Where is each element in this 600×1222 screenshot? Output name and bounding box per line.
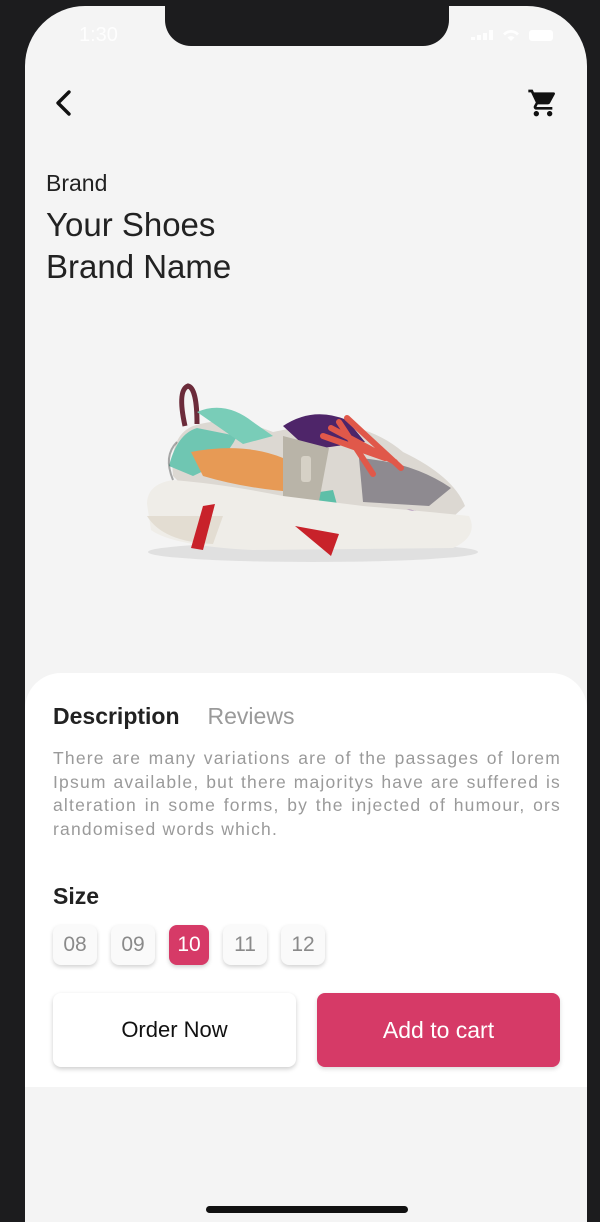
size-option-11[interactable]: 11 <box>223 925 267 965</box>
description-text: There are many variations are of the pas… <box>53 748 561 839</box>
order-now-button[interactable]: Order Now <box>53 993 296 1067</box>
home-indicator[interactable] <box>206 1206 408 1213</box>
notch <box>165 6 449 46</box>
battery-icon <box>529 29 553 41</box>
sneaker-image <box>147 383 478 562</box>
size-title: Size <box>53 883 100 909</box>
size-selector: 08 09 10 11 12 <box>53 925 325 965</box>
size-option-10-selected[interactable]: 10 <box>169 925 209 965</box>
size-option-09[interactable]: 09 <box>111 925 155 965</box>
product-title-line2: Brand Name <box>46 248 232 285</box>
size-option-12[interactable]: 12 <box>281 925 325 965</box>
product-title-line1: Your Shoes <box>46 206 216 243</box>
status-icons <box>471 28 553 42</box>
chevron-left-icon[interactable] <box>49 86 79 120</box>
phone-screen: 1:30 Brand Your Shoes Brand Name Descrip… <box>25 6 587 1222</box>
product-title: Your Shoes Brand Name <box>46 204 231 288</box>
size-option-08[interactable]: 08 <box>53 925 97 965</box>
details-sheet: Description Reviews There are many varia… <box>25 673 587 1087</box>
signal-icon <box>471 30 493 40</box>
add-to-cart-button[interactable]: Add to cart <box>317 993 560 1067</box>
detail-tabs: Description Reviews <box>53 703 294 730</box>
wifi-icon <box>503 30 519 41</box>
shopping-cart-icon[interactable] <box>527 86 559 120</box>
tab-description[interactable]: Description <box>53 703 180 730</box>
brand-label: Brand <box>46 170 108 196</box>
status-time: 1:30 <box>79 24 118 46</box>
tab-reviews[interactable]: Reviews <box>208 703 295 730</box>
